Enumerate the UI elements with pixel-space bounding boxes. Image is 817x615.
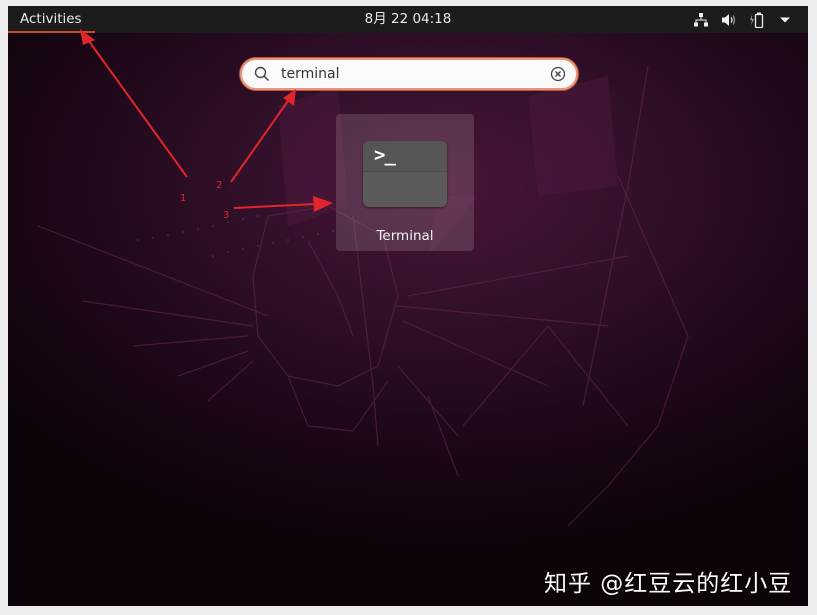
system-tray[interactable]: [692, 6, 794, 33]
search-result-label: Terminal: [376, 228, 434, 244]
annotation-label-2: 2: [216, 180, 223, 191]
terminal-icon: >_: [363, 141, 447, 207]
annotation-label-1: 1: [180, 193, 187, 204]
clock[interactable]: 8月 22 04:18: [8, 6, 808, 33]
annotation-label-3: 3: [223, 210, 230, 221]
system-menu-arrow-icon[interactable]: [776, 11, 794, 29]
desktop-screen: Activities 8月 22 04:18 terminal >_ Termi…: [8, 6, 808, 606]
search-input[interactable]: [281, 66, 531, 82]
wallpaper-focal-fossa: [37, 65, 689, 527]
volume-icon[interactable]: [720, 11, 738, 29]
terminal-prompt-glyph: >_: [374, 144, 396, 166]
network-icon[interactable]: [692, 11, 710, 29]
search-bar[interactable]: [240, 58, 578, 90]
top-bar: Activities 8月 22 04:18: [8, 6, 808, 33]
search-result-terminal[interactable]: >_ Terminal: [336, 114, 474, 251]
search-icon: [254, 66, 270, 82]
battery-icon[interactable]: [748, 11, 766, 29]
clear-search-icon[interactable]: [550, 66, 566, 82]
watermark: 知乎 @红豆云的红小豆: [544, 571, 793, 597]
